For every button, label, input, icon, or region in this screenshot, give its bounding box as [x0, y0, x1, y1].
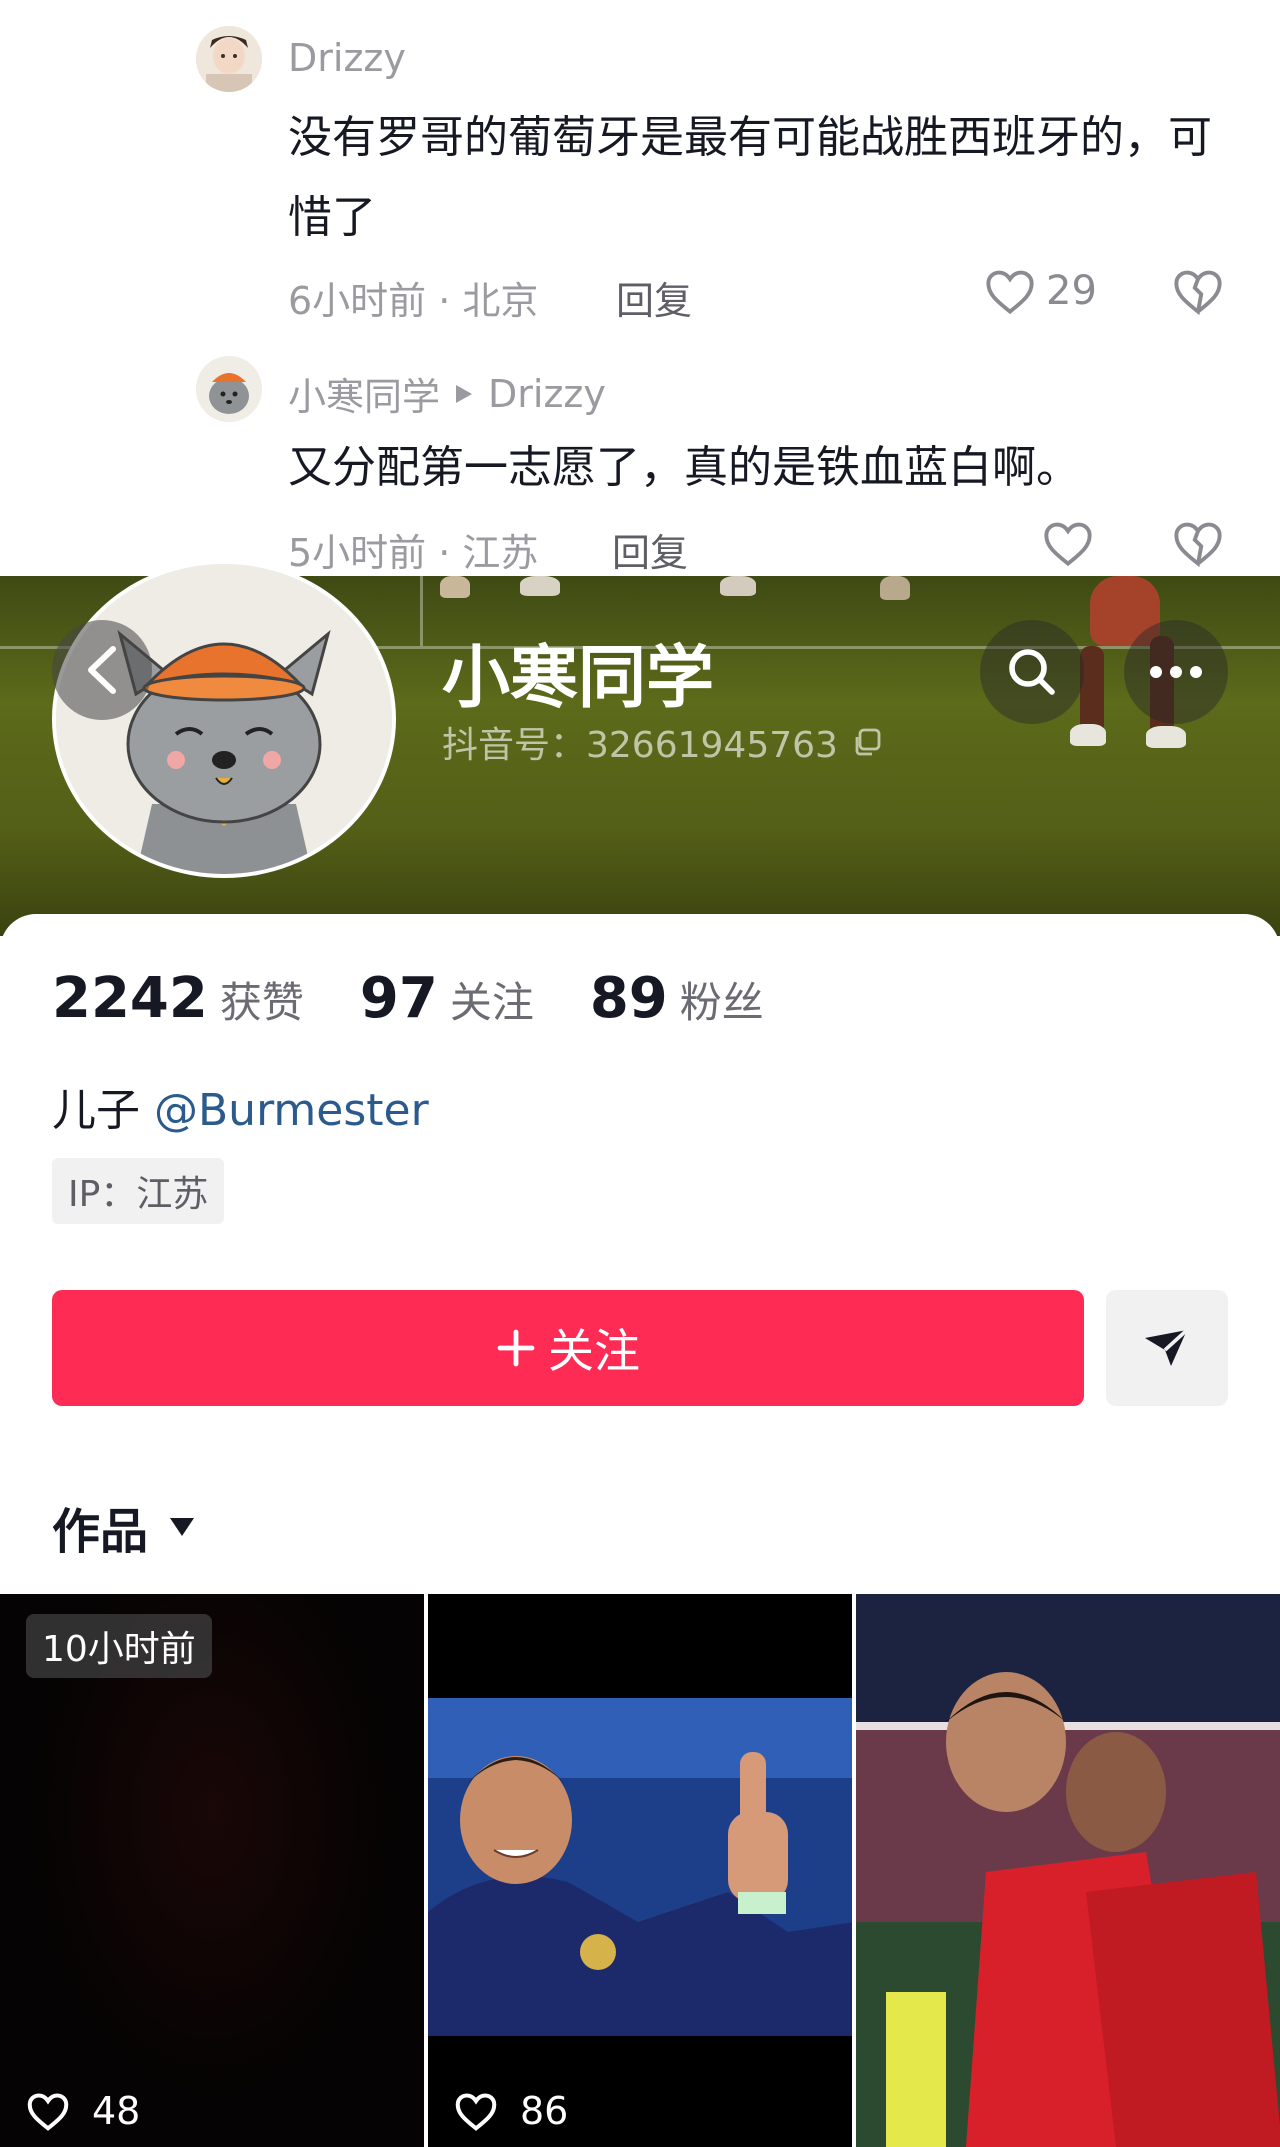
profile-stats: 2242 获赞 97 关注 89 粉丝 — [52, 966, 820, 1031]
copy-icon[interactable] — [852, 727, 882, 757]
dislike-button[interactable] — [1172, 518, 1224, 568]
ip-location-tag: IP：江苏 — [52, 1158, 225, 1224]
video-like-count: 86 — [520, 2089, 569, 2133]
likes-label: 获赞 — [219, 978, 304, 1027]
bio-text: 儿子 — [52, 1085, 154, 1136]
profile-card: 2242 获赞 97 关注 89 粉丝 儿子 @Burmester IP：江苏 … — [0, 914, 1280, 1594]
share-button[interactable] — [1106, 1290, 1228, 1406]
share-arrow-icon — [1145, 1328, 1189, 1366]
douyin-id: 抖音号：32661945763 — [442, 716, 882, 768]
chevron-left-icon — [88, 646, 116, 694]
heart-icon — [455, 2093, 497, 2131]
video-tile[interactable] — [856, 1592, 1280, 2147]
reply-target-name[interactable]: Drizzy — [488, 372, 606, 416]
search-button[interactable] — [980, 620, 1084, 724]
douyin-id-text: 抖音号：32661945763 — [442, 725, 838, 766]
followers-count[interactable]: 89 — [590, 966, 668, 1031]
video-time-badge: 10小时前 — [26, 1614, 212, 1678]
reply-button[interactable]: 回复 — [612, 522, 688, 577]
like-count: 29 — [1046, 268, 1097, 314]
heart-icon — [1044, 522, 1092, 567]
video-likes: 48 — [26, 2089, 140, 2133]
search-icon — [1009, 649, 1055, 695]
like-button[interactable]: 29 — [984, 266, 1097, 316]
comment-meta: 5小时前 · 江苏 — [288, 531, 539, 575]
comment-text: 又分配第一志愿了，真的是铁血蓝白啊。 — [288, 442, 1080, 493]
following-count[interactable]: 97 — [360, 966, 438, 1031]
works-tab-label: 作品 — [52, 1504, 149, 1560]
triangle-down-icon — [170, 1518, 195, 1536]
reply-button[interactable]: 回复 — [616, 270, 692, 325]
bio-mention-link[interactable]: @Burmester — [154, 1085, 429, 1136]
profile-bio: 儿子 @Burmester — [52, 1074, 429, 1138]
broken-heart-icon — [1174, 270, 1222, 316]
back-button[interactable] — [52, 620, 152, 720]
broken-heart-icon — [1174, 522, 1222, 568]
dislike-button[interactable] — [1172, 266, 1224, 316]
comment-item: Drizzy 没有罗哥的葡萄牙是最有可能战胜西班牙的，可惜了 6小时前 · 北京… — [0, 0, 1280, 330]
more-button[interactable] — [1124, 620, 1228, 724]
commenter-name: 小寒同学 Drizzy — [288, 366, 606, 421]
commenter-name[interactable]: Drizzy — [288, 36, 406, 80]
following-label[interactable]: 关注 — [450, 969, 534, 1030]
commenter-username[interactable]: 小寒同学 — [288, 366, 440, 421]
tab-works[interactable]: 作品 — [52, 1492, 196, 1562]
video-thumbnail — [856, 1592, 1280, 2147]
video-thumbnail — [428, 1592, 852, 2147]
comment-text: 没有罗哥的葡萄牙是最有可能战胜西班牙的，可惜了 — [288, 112, 1212, 243]
commenter-avatar[interactable] — [196, 356, 262, 422]
reply-arrow-icon — [456, 384, 473, 403]
follow-label: 关注 — [548, 1324, 640, 1378]
video-like-count: 48 — [92, 2089, 141, 2133]
plus-icon — [497, 1329, 535, 1367]
video-tile[interactable]: 10小时前 48 — [0, 1592, 424, 2147]
commenter-avatar[interactable] — [196, 26, 262, 92]
heart-icon — [986, 270, 1034, 315]
follow-button[interactable]: 关注 — [52, 1290, 1084, 1406]
comment-meta: 6小时前 · 北京 — [288, 279, 539, 323]
comment-item: 小寒同学 Drizzy 又分配第一志愿了，真的是铁血蓝白啊。 5小时前 · 江苏… — [0, 330, 1280, 576]
like-button[interactable] — [1042, 518, 1094, 568]
likes-count: 2242 — [52, 966, 208, 1031]
profile-name: 小寒同学 — [442, 639, 715, 718]
followers-label[interactable]: 粉丝 — [680, 969, 764, 1030]
video-likes: 86 — [454, 2089, 568, 2133]
heart-icon — [27, 2093, 69, 2131]
more-dots-icon — [1150, 666, 1202, 678]
video-tile[interactable]: 86 — [428, 1592, 852, 2147]
video-grid: 10小时前 48 86 — [0, 1592, 1280, 2147]
